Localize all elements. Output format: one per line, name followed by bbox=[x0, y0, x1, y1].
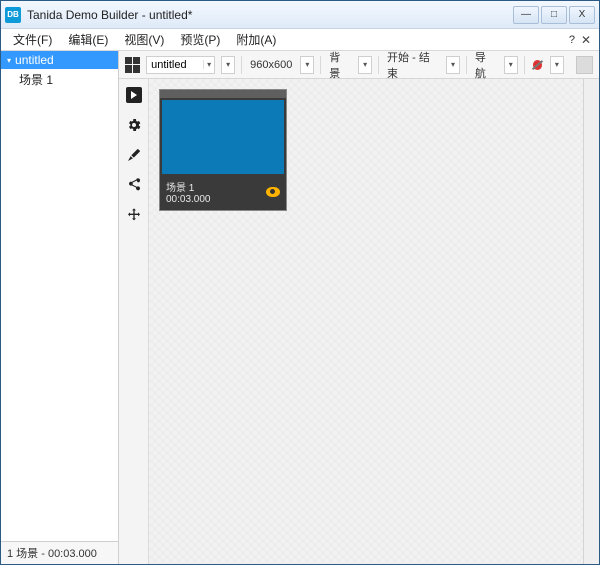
menu-edit[interactable]: 编辑(E) bbox=[60, 29, 116, 50]
tree-root-label: untitled bbox=[15, 53, 54, 67]
gear-icon bbox=[126, 117, 142, 133]
app-icon: DB bbox=[5, 7, 21, 23]
menu-view[interactable]: 视图(V) bbox=[116, 29, 172, 50]
scene-name-label: 场景 1 bbox=[166, 179, 211, 194]
scene-duration-label: 00:03.000 bbox=[166, 194, 211, 205]
scene-tree-panel: ▾ untitled 场景 1 1 场景 - 00:03.000 bbox=[1, 51, 119, 564]
titlebar[interactable]: DB Tanida Demo Builder - untitled* — □ X bbox=[1, 1, 599, 29]
window-maximize-button[interactable]: □ bbox=[541, 6, 567, 24]
window-close-button[interactable]: X bbox=[569, 6, 595, 24]
background-label: 背景 bbox=[327, 49, 352, 81]
caret-down-icon: ▾ bbox=[7, 56, 11, 65]
settings-button[interactable] bbox=[124, 115, 144, 135]
move-icon bbox=[126, 207, 142, 223]
background-dropdown[interactable]: ▾ bbox=[358, 56, 372, 74]
app-window: DB Tanida Demo Builder - untitled* — □ X… bbox=[0, 0, 600, 565]
brush-icon bbox=[126, 147, 142, 163]
play-button[interactable] bbox=[124, 85, 144, 105]
navigation-label: 导航 bbox=[473, 49, 498, 81]
playback-label: 开始 - 结束 bbox=[385, 49, 440, 81]
vertical-scrollbar[interactable] bbox=[583, 79, 599, 564]
scene-card-header bbox=[160, 90, 286, 98]
move-button[interactable] bbox=[124, 205, 144, 225]
visibility-eye-icon[interactable] bbox=[266, 187, 280, 197]
tree-root[interactable]: ▾ untitled bbox=[1, 51, 118, 69]
project-dropdown[interactable]: ▾ bbox=[221, 56, 235, 74]
tree-item-scene[interactable]: 场景 1 bbox=[1, 69, 118, 90]
project-name-combo[interactable]: ▾ bbox=[146, 56, 215, 74]
resolution-dropdown[interactable]: ▾ bbox=[300, 56, 314, 74]
navigation-dropdown[interactable]: ▾ bbox=[504, 56, 518, 74]
menubar: 文件(F) 编辑(E) 视图(V) 预览(P) 附加(A) ? ✕ bbox=[1, 29, 599, 51]
scene-thumbnail bbox=[162, 100, 284, 174]
window-title: Tanida Demo Builder - untitled* bbox=[27, 8, 192, 22]
caret-down-icon[interactable]: ▾ bbox=[203, 60, 214, 69]
playback-dropdown[interactable]: ▾ bbox=[446, 56, 460, 74]
brush-button[interactable] bbox=[124, 145, 144, 165]
resolution-label: 960x600 bbox=[248, 59, 294, 71]
record-disabled-icon[interactable] bbox=[531, 58, 544, 72]
scene-canvas[interactable]: 场景 1 00:03.000 bbox=[149, 79, 599, 564]
grid-view-icon[interactable] bbox=[125, 57, 140, 73]
scene-thumbnail-card[interactable]: 场景 1 00:03.000 bbox=[159, 89, 287, 211]
share-button[interactable] bbox=[124, 175, 144, 195]
menubar-close-button[interactable]: ✕ bbox=[581, 33, 591, 47]
side-tool-column bbox=[119, 79, 149, 564]
window-minimize-button[interactable]: — bbox=[513, 6, 539, 24]
sidebar-status: 1 场景 - 00:03.000 bbox=[1, 541, 118, 564]
record-dropdown[interactable]: ▾ bbox=[550, 56, 564, 74]
project-name-input[interactable] bbox=[147, 59, 203, 71]
menu-preview[interactable]: 预览(P) bbox=[172, 29, 228, 50]
menu-addon[interactable]: 附加(A) bbox=[228, 29, 284, 50]
menu-file[interactable]: 文件(F) bbox=[5, 29, 60, 50]
toolbar-endcap bbox=[576, 56, 593, 74]
share-icon bbox=[126, 177, 142, 193]
main-toolbar: ▾ ▾ 960x600 ▾ 背景 ▾ 开始 - 结束 ▾ 导航 ▾ ▾ bbox=[119, 51, 599, 79]
help-button[interactable]: ? bbox=[569, 34, 575, 46]
